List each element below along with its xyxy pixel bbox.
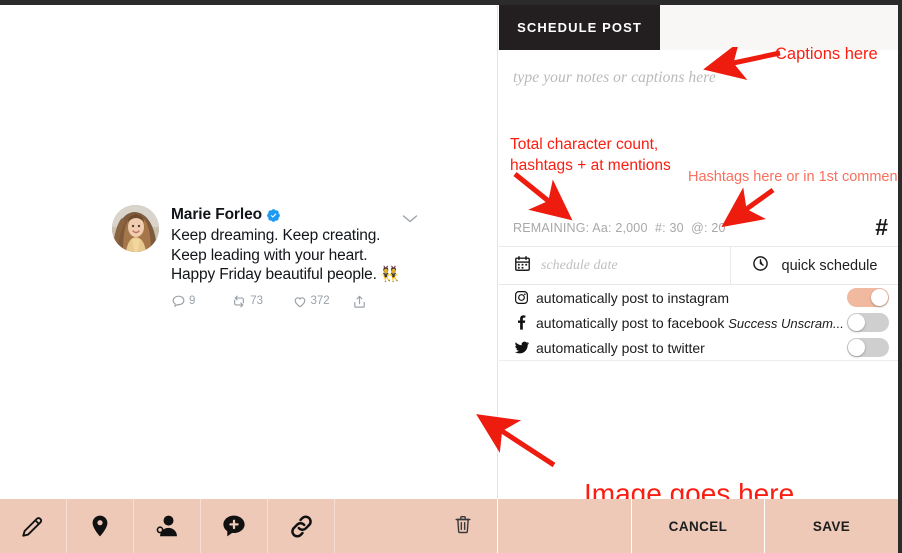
tweet-author-row: Marie Forleo [171,206,412,224]
link-button[interactable] [268,499,335,553]
toggle-knob [848,339,865,356]
heart-icon [292,294,308,309]
tweet-line: Keep leading with your heart. [171,246,368,264]
action-blank-cell [498,499,632,553]
twitter-icon [514,340,536,355]
tag-person-icon [154,513,180,539]
schedule-row: schedule date quick schedule [499,246,898,285]
hashtag-icon[interactable]: # [875,212,888,242]
tweet-share-action[interactable] [352,294,412,309]
cancel-button[interactable]: CANCEL [632,499,765,553]
pencil-icon [20,513,46,539]
network-label-instagram: automatically post to instagram [536,289,729,306]
retweet-icon [231,294,247,309]
caption-area[interactable]: type your notes or captions here [499,50,898,205]
reply-count: 9 [189,295,196,307]
schedule-post-dialog: Marie Forleo Keep dreaming. Keep creatin… [0,0,902,553]
network-page-name-facebook: Success Unscram... [728,315,844,331]
reply-icon [171,294,186,309]
network-row-facebook[interactable]: automatically post to facebook Success U… [499,310,898,335]
caption-input[interactable]: type your notes or captions here [513,69,843,87]
tweet-reply-action[interactable]: 9 [171,294,231,309]
location-pin-icon [88,513,112,539]
user-avatar-photo [112,205,159,252]
network-row-instagram[interactable]: automatically post to instagram [499,285,898,310]
tweet-preview-card: Marie Forleo Keep dreaming. Keep creatin… [112,205,418,309]
network-row-twitter[interactable]: automatically post to twitter [499,335,898,360]
add-comment-button[interactable] [201,499,268,553]
tweet-line: Keep dreaming. Keep creating. [171,227,381,244]
instagram-icon [514,290,536,305]
calendar-icon [514,255,531,277]
tab-schedule-post[interactable]: SCHEDULE POST [499,5,660,50]
tweet-line-with-emoji: Happy Friday beautiful people. 👯 [171,265,412,285]
tool-group [0,499,498,553]
toggle-instagram[interactable] [847,288,889,307]
tweet-body: Marie Forleo Keep dreaming. Keep creatin… [171,205,412,309]
chevron-down-icon[interactable] [402,211,418,229]
quick-schedule-label: quick schedule [781,257,878,274]
remaining-counter-text: REMAINING: Aa: 2,000 #: 30 @: 20 [513,220,726,235]
facebook-icon [514,315,536,330]
toggle-knob [848,314,865,331]
toggle-facebook[interactable] [847,313,889,332]
link-icon [288,513,315,540]
tag-person-button[interactable] [134,499,201,553]
schedule-date-field[interactable]: schedule date [499,247,731,284]
quick-schedule-button[interactable]: quick schedule [731,247,898,284]
edit-button[interactable] [0,499,67,553]
dancers-emoji: 👯 [380,266,400,283]
bottom-toolbar: CANCEL SAVE [0,499,898,553]
location-button[interactable] [67,499,134,553]
save-button[interactable]: SAVE [765,499,898,553]
toolbar-spacer [335,499,497,553]
auto-post-network-list: automatically post to instagram automati… [499,285,898,361]
action-group: CANCEL SAVE [498,499,898,553]
retweet-count: 73 [250,295,264,307]
toggle-knob [871,289,888,306]
tweet-action-bar: 9 73 372 [171,294,412,309]
tweet-author-name: Marie Forleo [171,206,262,223]
tweet-text: Keep dreaming. Keep creating. Keep leadi… [171,226,412,285]
image-drop-area[interactable] [499,361,898,503]
avatar [112,205,159,252]
verified-badge-icon [266,208,281,223]
tweet-retweet-action[interactable]: 73 [231,294,291,309]
network-label-twitter: automatically post to twitter [536,339,705,356]
remaining-counter-row: REMAINING: Aa: 2,000 #: 30 @: 20 # [499,210,898,245]
like-count: 372 [310,295,330,307]
schedule-date-placeholder[interactable]: schedule date [541,258,618,274]
network-label-facebook-main: automatically post to facebook [536,314,725,331]
clock-icon [752,255,769,277]
network-label-facebook: automatically post to facebook Success U… [536,315,847,331]
share-icon [352,294,367,309]
preview-panel: Marie Forleo Keep dreaming. Keep creatin… [0,5,498,553]
toggle-twitter[interactable] [847,338,889,357]
comment-plus-icon [221,513,247,539]
schedule-panel: SCHEDULE POST type your notes or caption… [499,5,898,553]
trash-icon[interactable] [453,513,473,540]
tweet-line: Happy Friday beautiful people. [171,266,377,283]
tweet-like-action[interactable]: 372 [292,294,352,309]
